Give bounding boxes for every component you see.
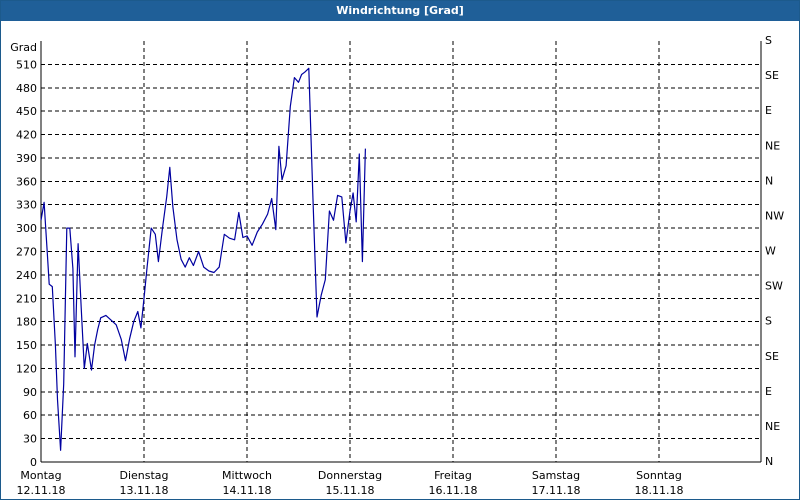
y-tick-label: 480 [16, 82, 37, 95]
y-tick-label: 60 [23, 409, 37, 422]
y-tick-label: 90 [23, 386, 37, 399]
x-tick-day: Donnerstag [318, 469, 382, 482]
y-right-tick-label: SE [765, 350, 779, 363]
y-tick-label: 330 [16, 199, 37, 212]
wind-direction-chart: Grad 0 30 60 90 120 150 180 210 240 270 300 330 360 3… [10, 34, 784, 497]
y-right-tick-label: N [765, 174, 773, 187]
y-tick-label: 240 [16, 269, 37, 282]
y-right-tick-label: E [765, 385, 772, 398]
y-right-tick-label: NW [765, 209, 784, 222]
chart-window: Windrichtung [Grad] Grad 0 30 60 90 120 150 18… [0, 0, 800, 500]
y-axis-left: Grad 0 30 60 90 120 150 180 210 240 270 300 330 360 3… [10, 41, 37, 469]
y-tick-label: 510 [16, 58, 37, 71]
y-right-tick-label: SW [765, 280, 783, 293]
y-right-tick-label: W [765, 245, 776, 258]
x-tick-day: Montag [20, 469, 61, 482]
y-tick-label: 390 [16, 152, 37, 165]
x-tick-date: 15.11.18 [326, 484, 375, 497]
y-tick-label: 150 [16, 339, 37, 352]
x-tick-day: Sonntag [636, 469, 682, 482]
y-axis-label: Grad [10, 41, 37, 54]
x-tick-day: Samstag [532, 469, 580, 482]
series-layer [40, 67, 366, 451]
x-tick-date: 16.11.18 [429, 484, 478, 497]
series-line-wind-direction [40, 67, 366, 451]
y-tick-label: 120 [16, 362, 37, 375]
x-tick-day: Dienstag [119, 469, 168, 482]
x-axis: Montag 12.11.18 Dienstag 13.11.18 Mittwoch 14… [17, 469, 684, 497]
x-tick-date: 12.11.18 [17, 484, 66, 497]
y-right-tick-label: NE [765, 420, 780, 433]
y-tick-label: 450 [16, 105, 37, 118]
x-tick-day: Mittwoch [222, 469, 272, 482]
x-tick-date: 14.11.18 [223, 484, 272, 497]
x-tick-date: 18.11.18 [635, 484, 684, 497]
x-tick-day: Freitag [434, 469, 472, 482]
x-tick-date: 17.11.18 [532, 484, 581, 497]
y-tick-label: 30 [23, 433, 37, 446]
y-tick-label: 270 [16, 246, 37, 259]
y-tick-label: 210 [16, 292, 37, 305]
y-tick-label: 360 [16, 175, 37, 188]
y-tick-label: 180 [16, 316, 37, 329]
y-right-tick-label: NE [765, 139, 780, 152]
y-tick-label: 0 [30, 456, 37, 469]
y-right-tick-label: SE [765, 69, 779, 82]
y-tick-label: 420 [16, 129, 37, 142]
y-right-tick-label: N [765, 455, 773, 468]
x-tick-date: 13.11.18 [120, 484, 169, 497]
y-tick-label: 300 [16, 222, 37, 235]
y-axis-right: S SE E NE N NW W SW S SE E NE N [765, 34, 784, 468]
y-right-tick-label: S [765, 315, 772, 328]
y-right-tick-label: S [765, 34, 772, 47]
y-right-tick-label: E [765, 104, 772, 117]
